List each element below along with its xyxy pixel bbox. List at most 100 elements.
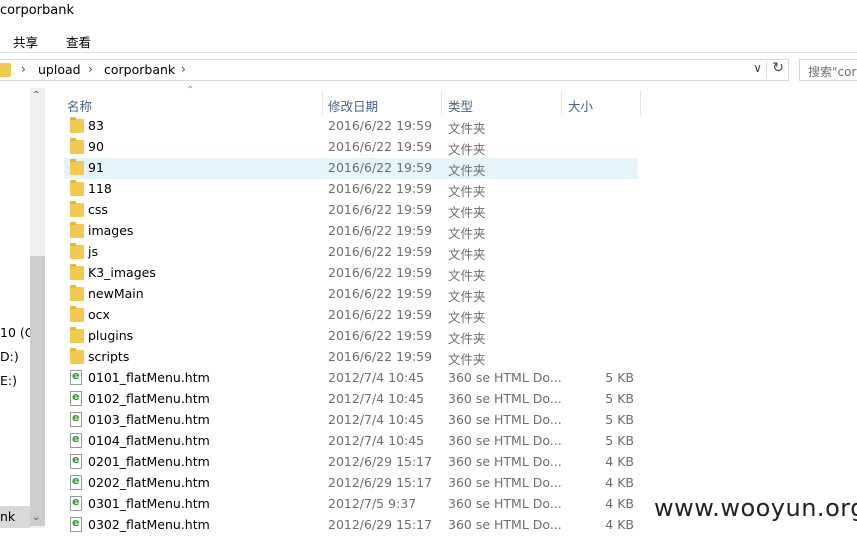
table-row[interactable]: css 2016/6/22 19:59 文件夹 (64, 200, 638, 221)
html-file-icon (70, 432, 82, 448)
table-row[interactable]: images 2016/6/22 19:59 文件夹 (64, 221, 638, 242)
table-row[interactable]: 91 2016/6/22 19:59 文件夹 (64, 158, 638, 179)
html-file-icon (70, 453, 82, 469)
scroll-up-icon[interactable]: ⌃ (32, 90, 40, 101)
file-name: js (88, 244, 98, 259)
file-type: 文件夹 (448, 226, 486, 241)
table-row[interactable]: 118 2016/6/22 19:59 文件夹 (64, 179, 638, 200)
column-size[interactable]: 大小 (568, 96, 593, 115)
table-row[interactable]: scripts 2016/6/22 19:59 文件夹 (64, 347, 638, 368)
file-date: 2012/6/29 15:17 (328, 454, 433, 469)
file-date: 2016/6/22 19:59 (328, 139, 433, 154)
column-divider[interactable] (561, 90, 562, 116)
folder-icon (70, 159, 84, 175)
column-divider[interactable] (322, 90, 323, 116)
table-row[interactable]: js 2016/6/22 19:59 文件夹 (64, 242, 638, 263)
file-date: 2012/7/4 10:45 (328, 370, 425, 385)
file-type: 360 se HTML Do... (448, 454, 562, 469)
table-row[interactable]: 0104_flatMenu.htm 2012/7/4 10:45 360 se HT… (64, 431, 638, 452)
table-row[interactable]: 90 2016/6/22 19:59 文件夹 (64, 137, 638, 158)
file-name: plugins (88, 328, 134, 343)
file-name: 0201_flatMenu.htm (88, 454, 210, 469)
table-row[interactable]: newMain 2016/6/22 19:59 文件夹 (64, 284, 638, 305)
chevron-right-icon[interactable]: › (88, 62, 93, 76)
file-name: 90 (88, 139, 104, 154)
file-date: 2012/6/29 15:17 (328, 517, 433, 532)
file-size: 5 KB (605, 412, 634, 427)
file-date: 2016/6/22 19:59 (328, 265, 433, 280)
column-divider[interactable] (640, 90, 641, 116)
table-row[interactable]: 0201_flatMenu.htm 2012/6/29 15:17 360 se H… (64, 452, 638, 473)
file-name: 91 (88, 160, 104, 175)
address-bar[interactable]: › upload › corporbank › ∨ ↻ (0, 59, 789, 81)
file-size: 4 KB (605, 454, 634, 469)
file-name: scripts (88, 349, 130, 364)
breadcrumb-upload[interactable]: upload (38, 62, 81, 77)
file-date: 2012/7/4 10:45 (328, 412, 425, 427)
folder-icon (70, 180, 84, 196)
file-name: 83 (88, 118, 104, 133)
table-row[interactable]: 0102_flatMenu.htm 2012/7/4 10:45 360 se HT… (64, 389, 638, 410)
nav-item-corporbank[interactable]: nk (0, 509, 15, 524)
window-title: corporbank (0, 3, 74, 18)
sort-up-icon: ⌃ (186, 85, 195, 96)
table-row[interactable]: 83 2016/6/22 19:59 文件夹 (64, 116, 638, 137)
chevron-right-icon[interactable]: › (181, 62, 186, 76)
file-date: 2012/7/4 10:45 (328, 391, 425, 406)
file-name: 0302_flatMenu.htm (88, 517, 210, 532)
file-type: 文件夹 (448, 352, 486, 367)
file-name: 0202_flatMenu.htm (88, 475, 210, 490)
table-row[interactable]: 0202_flatMenu.htm 2012/6/29 15:17 360 se H… (64, 473, 638, 494)
file-name: 0103_flatMenu.htm (88, 412, 210, 427)
column-type[interactable]: 类型 (448, 96, 473, 115)
folder-icon (70, 243, 84, 259)
tab-view[interactable]: 查看 (66, 32, 91, 51)
html-file-icon (70, 474, 82, 490)
table-row[interactable]: K3_images 2016/6/22 19:59 文件夹 (64, 263, 638, 284)
column-divider[interactable] (441, 90, 442, 116)
html-file-icon (70, 516, 82, 532)
file-name: K3_images (88, 265, 156, 280)
column-name[interactable]: 名称 (67, 96, 92, 115)
file-type: 文件夹 (448, 142, 486, 157)
file-size: 5 KB (605, 370, 634, 385)
nav-scrollbar-thumb[interactable] (30, 256, 45, 526)
file-type: 360 se HTML Do... (448, 517, 562, 532)
file-size: 4 KB (605, 517, 634, 532)
table-row[interactable]: ocx 2016/6/22 19:59 文件夹 (64, 305, 638, 326)
file-name: 0102_flatMenu.htm (88, 391, 210, 406)
nav-drive-d[interactable]: D:) (0, 349, 19, 364)
file-type: 360 se HTML Do... (448, 412, 562, 427)
html-file-icon (70, 411, 82, 427)
file-type: 360 se HTML Do... (448, 370, 562, 385)
breadcrumb-corporbank[interactable]: corporbank (104, 62, 175, 77)
table-row[interactable]: 0101_flatMenu.htm 2012/7/4 10:45 360 se HT… (64, 368, 638, 389)
table-row[interactable]: plugins 2016/6/22 19:59 文件夹 (64, 326, 638, 347)
file-date: 2016/6/22 19:59 (328, 202, 433, 217)
folder-icon (70, 264, 84, 280)
file-date: 2012/6/29 15:17 (328, 475, 433, 490)
ribbon: 共享 查看 (0, 28, 857, 53)
file-date: 2016/6/22 19:59 (328, 181, 433, 196)
refresh-icon[interactable]: ↻ (772, 60, 784, 76)
nav-drive-e[interactable]: E:) (0, 373, 17, 388)
search-input[interactable]: 搜索"cor (799, 59, 857, 81)
file-type: 360 se HTML Do... (448, 475, 562, 490)
file-type: 360 se HTML Do... (448, 391, 562, 406)
table-row[interactable]: 0301_flatMenu.htm 2012/7/5 9:37 360 se HTM… (64, 494, 638, 515)
file-date: 2012/7/4 10:45 (328, 433, 425, 448)
folder-icon (0, 63, 11, 77)
table-row[interactable]: 0103_flatMenu.htm 2012/7/4 10:45 360 se HT… (64, 410, 638, 431)
chevron-right-icon[interactable]: › (21, 62, 26, 76)
folder-icon (70, 348, 84, 364)
tab-share[interactable]: 共享 (13, 32, 38, 51)
chevron-down-icon[interactable]: ∨ (753, 61, 762, 75)
column-date[interactable]: 修改日期 (328, 96, 378, 115)
file-size: 4 KB (605, 475, 634, 490)
scroll-down-icon[interactable]: ⌄ (32, 512, 40, 523)
folder-icon (70, 138, 84, 154)
file-date: 2016/6/22 19:59 (328, 307, 433, 322)
table-row[interactable]: 0302_flatMenu.htm 2012/6/29 15:17 360 se H… (64, 515, 638, 536)
divider (766, 62, 767, 78)
file-date: 2016/6/22 19:59 (328, 349, 433, 364)
